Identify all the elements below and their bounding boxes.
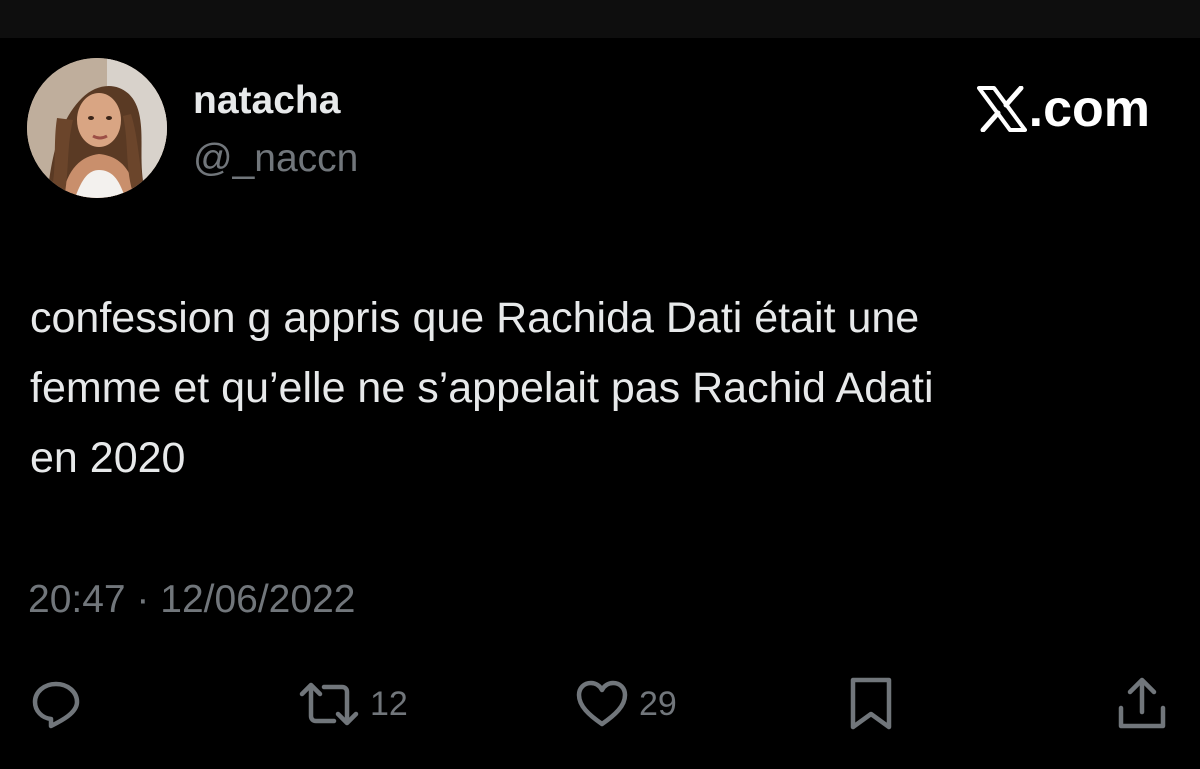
x-logo-icon xyxy=(976,86,1027,132)
like-count: 29 xyxy=(639,685,677,723)
top-strip xyxy=(0,0,1200,38)
brand-watermark: .com xyxy=(976,80,1150,138)
profile-photo-icon xyxy=(27,58,167,198)
reply-button[interactable] xyxy=(30,678,82,730)
avatar[interactable] xyxy=(27,58,167,198)
tweet-text-line: confession g appris que Rachida Dati éta… xyxy=(30,294,920,342)
tweet-timestamp[interactable]: 20:47 · 12/06/2022 xyxy=(28,578,355,622)
tweet-card: natacha @_naccn .com confession g appris… xyxy=(0,38,1200,769)
reply-icon xyxy=(30,678,82,730)
like-button[interactable]: 29 xyxy=(575,678,677,730)
author-handle[interactable]: @_naccn xyxy=(193,137,358,181)
share-icon xyxy=(1116,676,1168,732)
retweet-count: 12 xyxy=(370,685,408,723)
tweet-text: confession g appris que Rachida Dati éta… xyxy=(30,283,1180,493)
bookmark-icon xyxy=(848,676,894,732)
tweet-actions-bar: 12 29 xyxy=(0,676,1200,732)
author-display-name[interactable]: natacha xyxy=(193,79,340,123)
heart-icon xyxy=(575,678,629,730)
brand-domain-text: .com xyxy=(1028,80,1150,138)
retweet-button[interactable]: 12 xyxy=(298,678,408,730)
bookmark-button[interactable] xyxy=(848,676,894,732)
retweet-icon xyxy=(298,678,360,730)
tweet-text-line: en 2020 xyxy=(30,434,186,482)
tweet-text-line: femme et qu’elle ne s’appelait pas Rachi… xyxy=(30,364,934,412)
share-button[interactable] xyxy=(1116,676,1168,732)
